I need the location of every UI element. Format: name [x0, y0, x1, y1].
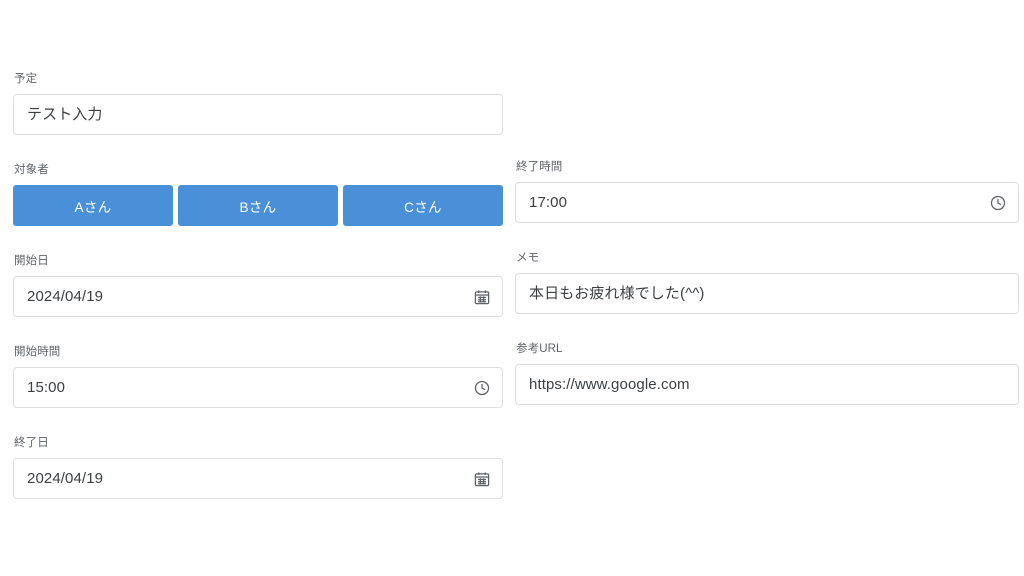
start-time-input-value: 15:00 — [27, 378, 66, 396]
label-schedule: 予定 — [14, 73, 38, 85]
field-reference-url: 参考URL https://www.google.com — [515, 342, 1019, 405]
field-end-time: 終了時間 17:00 — [515, 160, 1019, 223]
memo-input-value: 本日もお疲れ様でした(^^) — [529, 284, 705, 302]
field-end-date: 終了日 2024/04/19 — [13, 436, 503, 499]
field-start-time: 開始時間 15:00 — [13, 345, 503, 408]
target-person-button-b-label: Bさん — [239, 199, 277, 215]
label-target-people: 対象者 — [14, 164, 49, 176]
end-time-input-value: 17:00 — [529, 193, 568, 211]
target-person-button-c-label: Cさん — [404, 199, 442, 215]
right-column: 終了時間 17:00 メモ 本日もお疲れ様でした(^^) 参考URL https… — [515, 160, 1019, 405]
target-person-button-b[interactable]: Bさん — [178, 185, 338, 226]
schedule-input-value: テスト入力 — [27, 105, 103, 123]
start-date-input[interactable]: 2024/04/19 — [13, 276, 503, 317]
field-memo: メモ 本日もお疲れ様でした(^^) — [515, 251, 1019, 314]
start-time-input[interactable]: 15:00 — [13, 367, 503, 408]
label-start-time: 開始時間 — [14, 346, 61, 358]
target-person-button-a-label: Aさん — [74, 199, 112, 215]
label-end-time: 終了時間 — [516, 161, 563, 173]
field-target-people: 対象者 Aさん Bさん Cさん — [13, 163, 503, 226]
target-person-button-c[interactable]: Cさん — [343, 185, 503, 226]
target-people-button-group: Aさん Bさん Cさん — [13, 185, 503, 226]
label-reference-url: 参考URL — [516, 343, 563, 355]
schedule-input[interactable]: テスト入力 — [13, 94, 503, 135]
field-start-date: 開始日 2024/04/19 — [13, 254, 503, 317]
form-page: 予定 テスト入力 対象者 Aさん Bさん Cさん 開始日 2024/04/19 … — [0, 0, 1024, 576]
target-person-button-a[interactable]: Aさん — [13, 185, 173, 226]
end-time-input[interactable]: 17:00 — [515, 182, 1019, 223]
end-date-input[interactable]: 2024/04/19 — [13, 458, 503, 499]
end-date-input-value: 2024/04/19 — [27, 469, 104, 487]
reference-url-input[interactable]: https://www.google.com — [515, 364, 1019, 405]
clock-icon[interactable] — [989, 194, 1007, 212]
reference-url-input-value: https://www.google.com — [529, 375, 690, 393]
calendar-icon[interactable] — [473, 288, 491, 306]
label-end-date: 終了日 — [14, 437, 49, 449]
start-date-input-value: 2024/04/19 — [27, 287, 104, 305]
clock-icon[interactable] — [473, 379, 491, 397]
calendar-icon[interactable] — [473, 470, 491, 488]
label-start-date: 開始日 — [14, 255, 49, 267]
label-memo: メモ — [516, 252, 540, 264]
memo-input[interactable]: 本日もお疲れ様でした(^^) — [515, 273, 1019, 314]
field-schedule: 予定 テスト入力 — [13, 72, 503, 135]
left-column: 予定 テスト入力 対象者 Aさん Bさん Cさん 開始日 2024/04/19 … — [13, 72, 503, 499]
